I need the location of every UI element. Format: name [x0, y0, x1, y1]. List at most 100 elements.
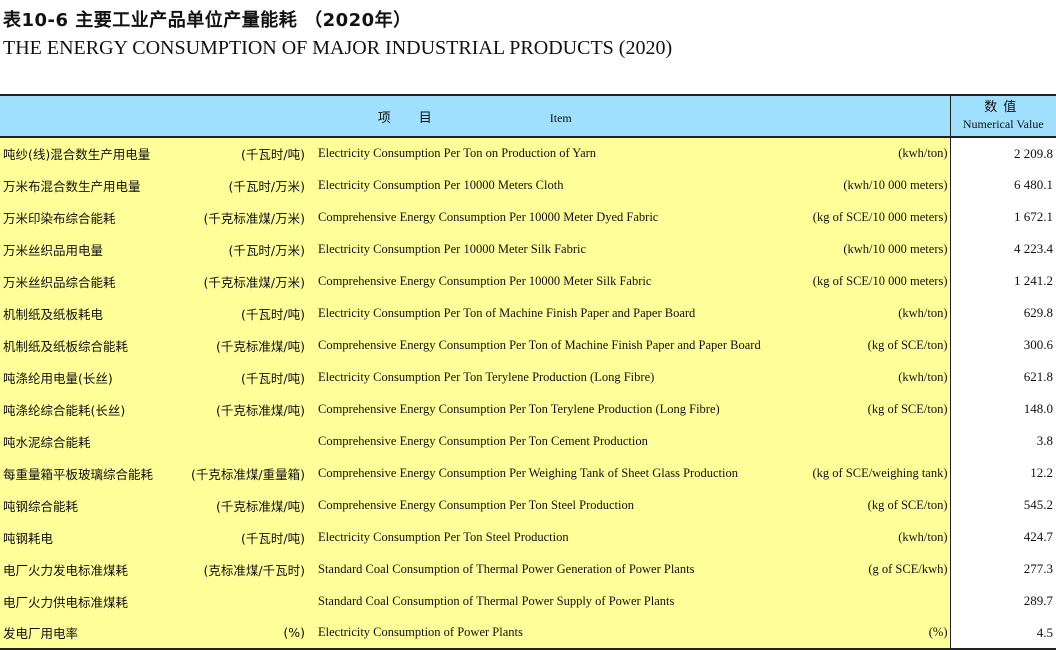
row-name-en: Electricity Consumption Per 10000 Meters…	[313, 169, 790, 201]
row-value: 300.6	[949, 329, 1056, 361]
table-row: 机制纸及纸板综合能耗 (千克标准煤/吨) Comprehensive Energy …	[0, 329, 1056, 361]
table-row: 吨涤纶用电量(长丝) (千瓦时/吨) Electricity Consumption…	[0, 361, 1056, 393]
row-name-cn: 吨水泥综合能耗	[0, 425, 185, 457]
row-value: 3.8	[949, 425, 1056, 457]
row-unit-cn: (千克标准煤/吨)	[185, 489, 313, 521]
row-unit-cn: (千克标准煤/万米)	[185, 201, 313, 233]
row-unit-cn	[185, 425, 313, 457]
table-row: 发电厂用电率 (%) Electricity Consumption of Powe…	[0, 617, 1056, 650]
row-unit-en: (kwh/ton)	[790, 521, 951, 553]
row-unit-cn: (%)	[185, 617, 313, 650]
row-name-cn: 吨涤纶用电量(长丝)	[0, 361, 185, 393]
value-column-header: 数值 Numerical Value	[949, 94, 1056, 138]
row-name-cn: 吨涤纶综合能耗(长丝)	[0, 393, 185, 425]
row-unit-cn: (千克标准煤/吨)	[185, 329, 313, 361]
table-row: 万米印染布综合能耗 (千克标准煤/万米) Comprehensive Energy …	[0, 201, 1056, 233]
row-name-en: Comprehensive Energy Consumption Per 100…	[313, 265, 790, 297]
row-name-en: Electricity Consumption Per Ton Steel Pr…	[313, 521, 790, 553]
row-name-cn: 万米布混合数生产用电量	[0, 169, 185, 201]
row-value: 4.5	[949, 617, 1056, 650]
row-name-en: Comprehensive Energy Consumption Per Ton…	[313, 425, 790, 457]
table-row: 吨水泥综合能耗 Comprehensive Energy Consumption …	[0, 425, 1056, 457]
row-value: 1 672.1	[949, 201, 1056, 233]
row-unit-cn: (千瓦时/万米)	[185, 233, 313, 265]
row-unit-en: (kwh/ton)	[790, 297, 951, 329]
table-row: 万米丝织品综合能耗 (千克标准煤/万米) Comprehensive Energy …	[0, 265, 1056, 297]
row-name-cn: 每重量箱平板玻璃综合能耗	[0, 457, 185, 489]
row-unit-en: (kg of SCE/weighing tank)	[790, 457, 951, 489]
row-unit-en: (kwh/ton)	[790, 361, 951, 393]
row-unit-cn: (克标准煤/千瓦时)	[185, 553, 313, 585]
table-row: 吨钢综合能耗 (千克标准煤/吨) Comprehensive Energy Cons…	[0, 489, 1056, 521]
table-row: 机制纸及纸板耗电 (千瓦时/吨) Electricity Consumption P…	[0, 297, 1056, 329]
row-name-en: Comprehensive Energy Consumption Per 100…	[313, 201, 790, 233]
row-name-en: Electricity Consumption Per 10000 Meter …	[313, 233, 790, 265]
row-name-en: Electricity Consumption of Power Plants	[313, 617, 790, 650]
row-name-cn: 机制纸及纸板综合能耗	[0, 329, 185, 361]
row-name-en: Standard Coal Consumption of Thermal Pow…	[313, 585, 790, 617]
row-unit-cn: (千克标准煤/万米)	[185, 265, 313, 297]
row-name-en: Standard Coal Consumption of Thermal Pow…	[313, 553, 790, 585]
row-unit-en: (kg of SCE/ton)	[790, 329, 951, 361]
item-column-header: 项目 Item	[0, 94, 951, 138]
row-value: 277.3	[949, 553, 1056, 585]
row-name-cn: 万米丝织品综合能耗	[0, 265, 185, 297]
row-value: 621.8	[949, 361, 1056, 393]
row-name-cn: 万米印染布综合能耗	[0, 201, 185, 233]
page-title-english: THE ENERGY CONSUMPTION OF MAJOR INDUSTRI…	[3, 37, 673, 59]
row-unit-en: (g of SCE/kwh)	[790, 553, 951, 585]
row-name-en: Comprehensive Energy Consumption Per Ton…	[313, 393, 790, 425]
value-header-en: Numerical Value	[962, 117, 1044, 131]
row-unit-en: (kwh/10 000 meters)	[790, 169, 951, 201]
row-value: 12.2	[949, 457, 1056, 489]
row-name-cn: 发电厂用电率	[0, 617, 185, 650]
row-unit-en	[790, 425, 951, 457]
row-name-cn: 机制纸及纸板耗电	[0, 297, 185, 329]
row-unit-cn: (千瓦时/万米)	[185, 169, 313, 201]
row-unit-cn	[185, 585, 313, 617]
row-unit-en: (kg of SCE/10 000 meters)	[790, 201, 951, 233]
row-unit-en	[790, 585, 951, 617]
table-row: 万米布混合数生产用电量 (千瓦时/万米) Electricity Consumpti…	[0, 169, 1056, 201]
table-row: 吨涤纶综合能耗(长丝) (千克标准煤/吨) Comprehensive Energy…	[0, 393, 1056, 425]
row-value: 4 223.4	[949, 233, 1056, 265]
row-value: 2 209.8	[949, 137, 1056, 169]
item-header-cn: 项目	[377, 110, 460, 126]
row-value: 545.2	[949, 489, 1056, 521]
row-unit-cn: (千瓦时/吨)	[185, 521, 313, 553]
table-row: 电厂火力发电标准煤耗 (克标准煤/千瓦时) Standard Coal Consum…	[0, 553, 1056, 585]
row-value: 148.0	[949, 393, 1056, 425]
table-row: 电厂火力供电标准煤耗 Standard Coal Consumption of T…	[0, 585, 1056, 617]
energy-consumption-table: 项目 Item 数值 Numerical Value 吨纱(线)混合数生产用电量(…	[0, 94, 1056, 650]
table-row: 吨纱(线)混合数生产用电量 (千瓦时/吨) Electricity Consumpt…	[0, 137, 1056, 169]
row-value: 6 480.1	[949, 169, 1056, 201]
row-value: 1 241.2	[949, 265, 1056, 297]
page-title-chinese: 表10-6 主要工业产品单位产量能耗 （2020年）	[3, 10, 412, 31]
row-name-en: Electricity Consumption Per Ton of Machi…	[313, 297, 790, 329]
row-unit-cn: (千瓦时/吨)	[185, 361, 313, 393]
row-name-cn: 万米丝织品用电量	[0, 233, 185, 265]
table-header-row: 项目 Item 数值 Numerical Value	[0, 94, 1056, 138]
row-name-cn: 电厂火力供电标准煤耗	[0, 585, 185, 617]
table-row: 每重量箱平板玻璃综合能耗 (千克标准煤/重量箱) Comprehensive Ene…	[0, 457, 1056, 489]
row-name-cn: 吨钢综合能耗	[0, 489, 185, 521]
item-header-en: Item	[549, 110, 572, 125]
row-unit-en: (%)	[790, 617, 951, 650]
row-unit-cn: (千瓦时/吨)	[185, 137, 313, 169]
row-name-en: Electricity Consumption Per Ton Terylene…	[313, 361, 790, 393]
row-name-en: Comprehensive Energy Consumption Per Wei…	[313, 457, 790, 489]
row-name-cn: 吨钢耗电	[0, 521, 185, 553]
row-unit-cn: (千瓦时/吨)	[185, 297, 313, 329]
row-unit-en: (kwh/10 000 meters)	[790, 233, 951, 265]
row-unit-cn: (千克标准煤/重量箱)	[185, 457, 313, 489]
table-row: 吨钢耗电 (千瓦时/吨) Electricity Consumption Per T…	[0, 521, 1056, 553]
row-value: 424.7	[949, 521, 1056, 553]
row-value: 289.7	[949, 585, 1056, 617]
value-header-cn: 数值	[984, 100, 1023, 115]
row-name-en: Comprehensive Energy Consumption Per Ton…	[313, 489, 790, 521]
row-value: 629.8	[949, 297, 1056, 329]
row-unit-en: (kwh/ton)	[790, 137, 951, 169]
row-unit-en: (kg of SCE/10 000 meters)	[790, 265, 951, 297]
row-unit-cn: (千克标准煤/吨)	[185, 393, 313, 425]
row-name-cn: 电厂火力发电标准煤耗	[0, 553, 185, 585]
